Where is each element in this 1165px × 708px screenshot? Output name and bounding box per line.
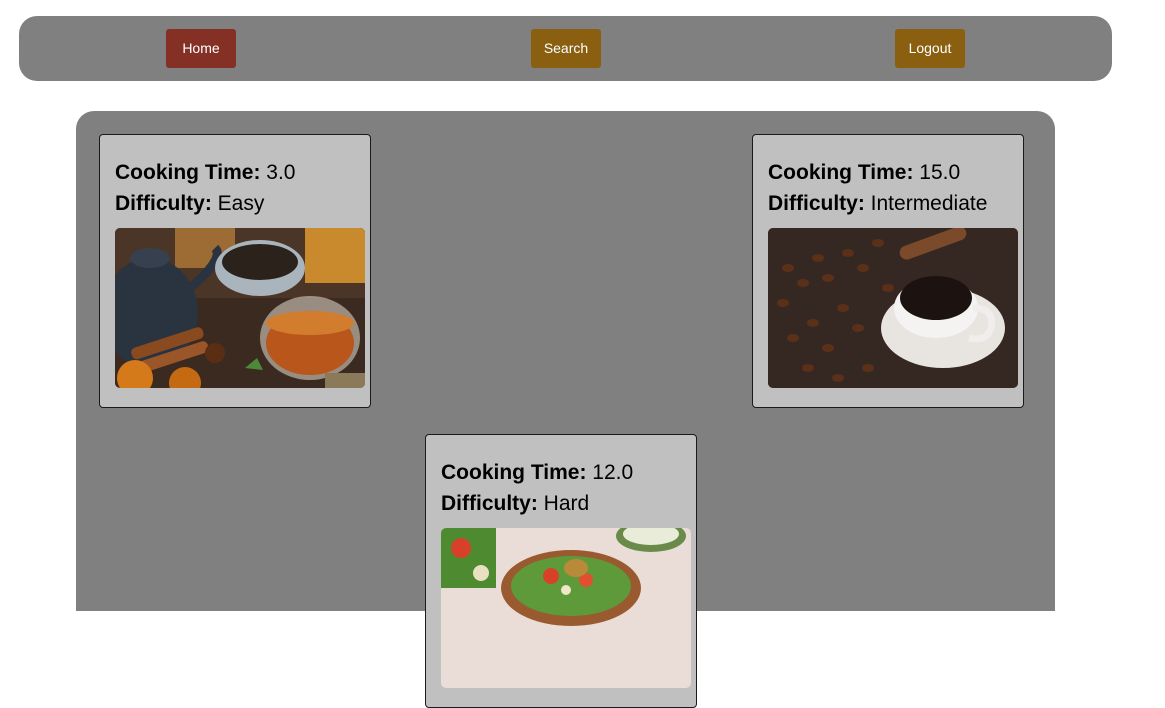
search-button[interactable]: Search — [531, 29, 601, 68]
tea-photo — [115, 228, 365, 388]
cooking-time-value: 15.0 — [919, 161, 961, 184]
recipe-image-salad[interactable] — [441, 528, 691, 688]
recipe-card[interactable]: Cooking Time: 12.0 Difficulty: Hard — [425, 434, 697, 708]
home-button[interactable]: Home — [166, 29, 236, 68]
difficulty-value: Hard — [543, 492, 590, 515]
difficulty-label: Difficulty: — [115, 192, 212, 215]
logout-button[interactable]: Logout — [895, 29, 965, 68]
difficulty-row: Difficulty: Intermediate — [768, 188, 1008, 219]
cooking-time-row: Cooking Time: 12.0 — [441, 457, 681, 488]
cooking-time-value: 12.0 — [592, 461, 634, 484]
cooking-time-label: Cooking Time: — [441, 461, 587, 484]
recipe-card[interactable]: Cooking Time: 15.0 Difficulty: Intermedi… — [752, 134, 1024, 408]
recipe-image-tea[interactable] — [115, 228, 365, 388]
difficulty-value: Easy — [217, 192, 265, 215]
recipe-image-coffee[interactable] — [768, 228, 1018, 388]
coffee-photo — [768, 228, 1018, 388]
difficulty-label: Difficulty: — [768, 192, 865, 215]
difficulty-label: Difficulty: — [441, 492, 538, 515]
cooking-time-label: Cooking Time: — [768, 161, 914, 184]
recipe-grid: Cooking Time: 3.0 Difficulty: Easy Cooki… — [76, 111, 1055, 708]
cooking-time-value: 3.0 — [266, 161, 296, 184]
cooking-time-label: Cooking Time: — [115, 161, 261, 184]
difficulty-row: Difficulty: Easy — [115, 188, 355, 219]
difficulty-row: Difficulty: Hard — [441, 488, 681, 519]
recipe-card[interactable]: Cooking Time: 3.0 Difficulty: Easy — [99, 134, 371, 408]
difficulty-value: Intermediate — [870, 192, 988, 215]
cooking-time-row: Cooking Time: 15.0 — [768, 157, 1008, 188]
salad-photo — [441, 528, 691, 688]
navbar: Home Search Logout — [19, 16, 1112, 81]
cooking-time-row: Cooking Time: 3.0 — [115, 157, 355, 188]
